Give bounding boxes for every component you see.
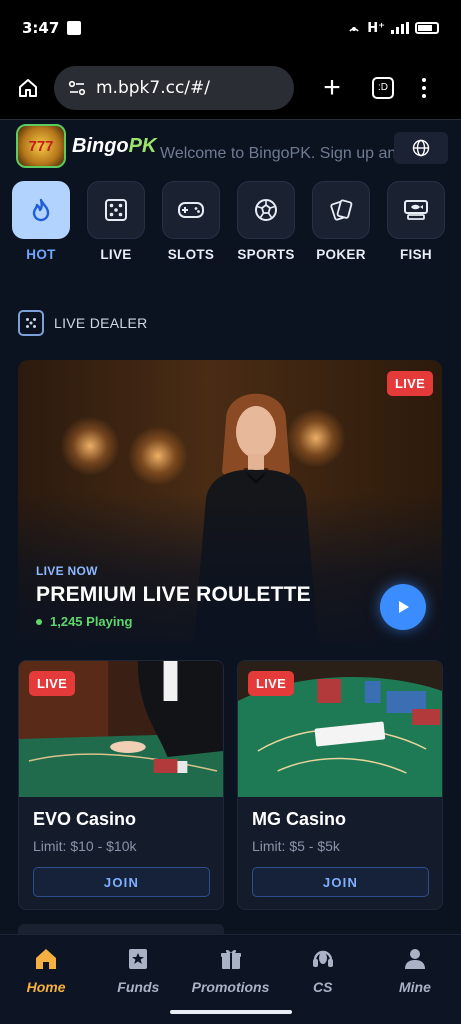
category-poker[interactable]: POKER [312,181,370,262]
game-name: EVO Casino [33,809,137,829]
category-hot[interactable]: HOT [12,181,70,262]
player-count: 1,245 Playing [36,614,132,629]
logo-text: BingoPK [72,134,157,157]
language-button[interactable] [394,132,448,164]
game-card-evo-casino[interactable]: LIVE EVO Casino Limit: $10 - $10k JOIN [18,660,224,910]
hero-title: PREMIUM LIVE ROULETTE [36,583,311,606]
nav-home[interactable]: Home [0,935,92,1024]
gift-icon [220,949,241,969]
dice-icon [105,199,127,221]
address-bar[interactable]: m.bpk7.cc/#/ [54,65,294,110]
section-title: LIVE DEALER [54,315,148,331]
status-right: H⁺ [347,21,439,36]
wall-lamp-image [60,416,120,476]
headset-icon [312,950,333,967]
browser-menu-button[interactable] [422,77,426,98]
status-time: 3:47 [22,19,60,37]
wallet-icon [129,949,148,969]
announcement-marquee: Welcome to BingoPK. Sign up and deposit … [160,145,415,162]
url-text: m.bpk7.cc/#/ [96,77,211,98]
play-icon [399,601,409,613]
site-header: Welcome to BingoPK. Sign up and deposit … [0,120,461,174]
online-dot-icon [36,618,42,625]
fish-machine-icon [404,200,428,220]
gamepad-icon [178,202,204,218]
play-button[interactable] [380,584,426,630]
category-sports[interactable]: SPORTS [237,181,295,262]
category-slots[interactable]: SLOTS [162,181,220,262]
category-tabs: HOT LIVE SLOTS SPORTS POKER FISH [12,181,445,262]
site-settings-icon [68,80,86,95]
user-icon [404,949,425,969]
tab-switcher-button[interactable]: :D [372,76,394,99]
game-card-mg-casino[interactable]: LIVE MG Casino Limit: $5 - $5k JOIN [237,660,443,910]
browser-home-button[interactable] [10,70,46,106]
system-home-indicator[interactable] [170,1010,292,1014]
home-icon [36,949,57,969]
live-badge: LIVE [29,671,76,696]
game-name: MG Casino [252,809,347,829]
hotspot-icon [349,27,359,32]
section-header-live-dealer: LIVE DEALER [18,310,148,336]
category-live[interactable]: LIVE [87,181,145,262]
sim-icon [67,21,82,35]
site-logo[interactable]: 777 BingoPK [16,124,156,168]
battery-icon [415,22,439,34]
category-fish[interactable]: FISH [387,181,445,262]
status-bar: 3:47 H⁺ [0,0,461,56]
network-type: H⁺ [367,20,385,36]
wall-lamp-image [128,426,188,486]
globe-icon [412,139,430,157]
dice-icon [18,310,44,336]
signal-icon [391,22,409,34]
cards-icon [330,199,353,221]
flame-icon [32,198,50,222]
featured-live-roulette-card[interactable]: LIVE LIVE NOW PREMIUM LIVE ROULETTE 1,24… [18,360,442,642]
game-limit: Limit: $5 - $5k [252,838,340,854]
join-button[interactable]: JOIN [252,867,429,897]
logo-badge: 777 [16,124,66,168]
join-button[interactable]: JOIN [33,867,210,897]
home-outline-icon [19,78,37,97]
live-now-label: LIVE NOW [36,564,98,578]
game-limit: Limit: $10 - $10k [33,838,137,854]
browser-toolbar: m.bpk7.cc/#/ + :D [0,56,461,120]
soccer-ball-icon [255,199,277,221]
new-tab-button[interactable]: + [316,71,348,105]
nav-mine[interactable]: Mine [369,935,461,1024]
live-badge: LIVE [387,371,434,396]
live-badge: LIVE [248,671,295,696]
